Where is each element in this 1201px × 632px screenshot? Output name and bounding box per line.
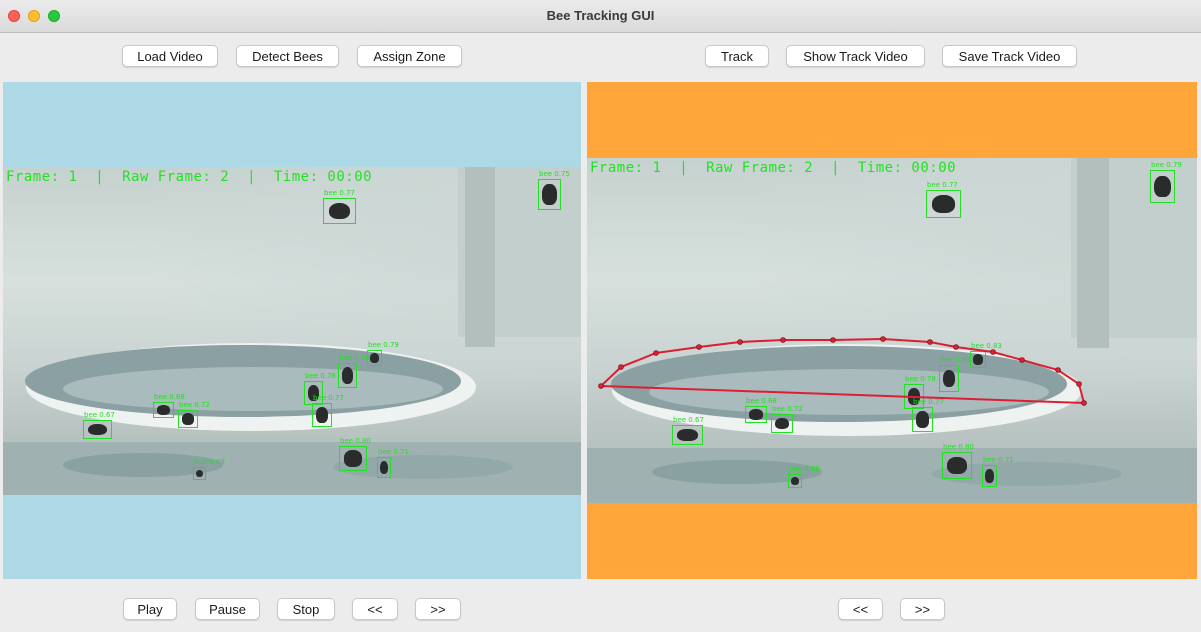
title-bar: Bee Tracking GUI	[0, 0, 1201, 33]
previous-frame-button[interactable]: <<	[352, 598, 398, 620]
bee-detection: bee 0.72	[178, 401, 210, 428]
detection-label: bee 0.68	[194, 458, 225, 466]
window-title: Bee Tracking GUI	[546, 8, 655, 23]
detection-label: bee 0.79	[368, 341, 399, 349]
assign-zone-button[interactable]: Assign Zone	[357, 45, 462, 67]
tracking-video-panel: Frame: 1 | Raw Frame: 2 | Time: 00:00 be…	[587, 82, 1197, 579]
bee	[343, 450, 363, 467]
bee	[315, 407, 329, 423]
detection-label: bee 0.71	[378, 448, 409, 456]
bee-detection: bee 0.67	[83, 411, 115, 439]
detection-label: bee 0.68	[339, 354, 370, 362]
bee	[156, 405, 171, 415]
track-button[interactable]: Track	[705, 45, 769, 67]
bee-detection: bee 0.71	[377, 448, 409, 478]
stop-button[interactable]: Stop	[277, 598, 335, 620]
pause-button[interactable]: Pause	[195, 598, 260, 620]
detection-video-panel: Frame: 1 | Raw Frame: 2 | Time: 00:00 be…	[3, 82, 581, 579]
detection-video-frame: Frame: 1 | Raw Frame: 2 | Time: 00:00 be…	[3, 167, 581, 495]
track-next-frame-button[interactable]: >>	[900, 598, 945, 620]
detect-bees-button[interactable]: Detect Bees	[236, 45, 339, 67]
bee-detection: bee 0.68	[338, 354, 370, 388]
zone-polygon	[598, 336, 1087, 406]
load-video-button[interactable]: Load Video	[122, 45, 218, 67]
show-track-video-button[interactable]: Show Track Video	[786, 45, 925, 67]
bee	[88, 423, 107, 436]
next-frame-button[interactable]: >>	[415, 598, 461, 620]
save-track-video-button[interactable]: Save Track Video	[942, 45, 1077, 67]
detection-label: bee 0.72	[179, 401, 210, 409]
bee	[341, 367, 354, 384]
detection-label: bee 0.80	[340, 437, 371, 445]
play-button[interactable]: Play	[123, 598, 177, 620]
detection-label: bee 0.78	[305, 372, 336, 380]
bee-detection: bee 0.68	[153, 393, 185, 418]
bee	[542, 184, 557, 205]
bee	[195, 469, 204, 478]
bee-detection: bee 0.68	[193, 458, 225, 480]
track-previous-frame-button[interactable]: <<	[838, 598, 883, 620]
bee	[369, 353, 380, 363]
bee	[379, 460, 389, 475]
tracking-video-frame: Frame: 1 | Raw Frame: 2 | Time: 00:00 be…	[587, 158, 1197, 503]
detection-label: bee 0.68	[154, 393, 185, 401]
detection-label: bee 0.77	[313, 394, 344, 402]
bee	[181, 413, 195, 425]
scene-background	[3, 167, 581, 495]
detection-label: bee 0.77	[324, 189, 355, 197]
bee-detection: bee 0.77	[323, 189, 356, 224]
bee	[328, 202, 351, 220]
bee-detection: bee 0.80	[339, 437, 371, 471]
detection-label: bee 0.67	[84, 411, 115, 419]
bee-detection: bee 0.77	[312, 394, 344, 427]
detection-label: bee 0.75	[539, 170, 570, 178]
bee-detection: bee 0.75	[538, 170, 570, 210]
frame-overlay-text: Frame: 1 | Raw Frame: 2 | Time: 00:00	[6, 169, 373, 185]
